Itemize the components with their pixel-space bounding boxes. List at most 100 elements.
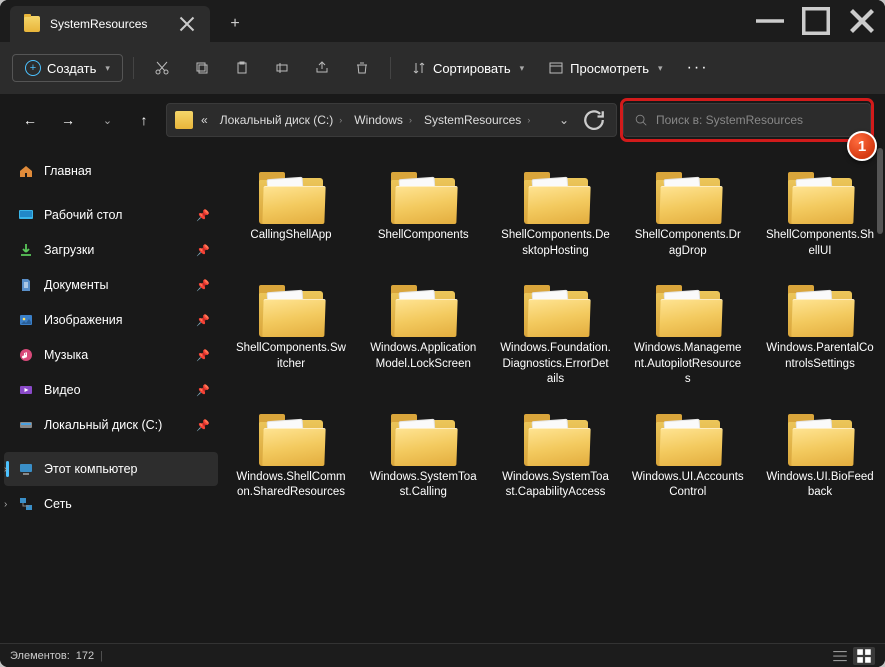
copy-button[interactable] — [184, 54, 220, 82]
folder-item[interactable]: ShellComponents.DesktopHosting — [497, 164, 615, 263]
folder-icon — [255, 410, 327, 466]
minimize-button[interactable] — [747, 0, 793, 42]
sidebar-item-documents[interactable]: Документы📌 — [4, 268, 218, 302]
icons-view-button[interactable] — [853, 647, 875, 665]
pin-icon: 📌 — [196, 314, 210, 327]
disk-icon — [18, 417, 34, 433]
details-view-button[interactable] — [829, 647, 851, 665]
rename-icon — [274, 60, 290, 76]
folder-item[interactable]: CallingShellApp — [232, 164, 350, 263]
chevron-right-icon: › — [4, 464, 7, 475]
search-wrap: Поиск в: SystemResources 1 — [623, 101, 871, 139]
chevron-right-icon: › — [4, 499, 7, 510]
videos-icon — [18, 382, 34, 398]
network-icon — [18, 496, 34, 512]
view-icon — [548, 60, 564, 76]
explorer-window: SystemResources + + Создать ▾ Сортироват… — [0, 0, 885, 667]
plus-icon: + — [25, 60, 41, 76]
desktop-icon — [18, 207, 34, 223]
pictures-icon — [18, 312, 34, 328]
folder-item[interactable]: Windows.UI.AccountsControl — [629, 406, 747, 505]
sidebar-item-music[interactable]: Музыка📌 — [4, 338, 218, 372]
address-controls: ⌄ — [550, 106, 608, 134]
folder-name: ShellComponents.Switcher — [235, 341, 347, 372]
folder-item[interactable]: Windows.ShellCommon.SharedResources — [232, 406, 350, 505]
rename-button[interactable] — [264, 54, 300, 82]
pin-icon: 📌 — [196, 209, 210, 222]
sidebar-item-downloads[interactable]: Загрузки📌 — [4, 233, 218, 267]
pin-icon: 📌 — [196, 244, 210, 257]
content-area: CallingShellAppShellComponents ShellCompo… — [222, 146, 885, 643]
delete-button[interactable] — [344, 54, 380, 82]
up-button[interactable]: ↑ — [128, 104, 160, 136]
folder-name: Windows.UI.AccountsControl — [632, 470, 744, 501]
maximize-button[interactable] — [793, 0, 839, 42]
forward-button[interactable]: → — [52, 104, 84, 136]
sidebar-item-disk-c[interactable]: Локальный диск (C:)📌 — [4, 408, 218, 442]
folder-name: Windows.SystemToast.Calling — [367, 470, 479, 501]
folder-item[interactable]: ShellComponents.DragDrop — [629, 164, 747, 263]
folder-item[interactable]: Windows.Management.AutopilotResources — [629, 277, 747, 392]
folder-item[interactable]: Windows.Foundation.Diagnostics.ErrorDeta… — [497, 277, 615, 392]
folder-icon — [784, 410, 856, 466]
refresh-button[interactable] — [580, 106, 608, 134]
address-bar[interactable]: « Локальный диск (C:)› Windows› SystemRe… — [166, 103, 617, 137]
view-button[interactable]: Просмотреть ▾ — [538, 54, 672, 82]
tab-active[interactable]: SystemResources — [10, 6, 210, 42]
home-icon — [18, 163, 34, 179]
music-icon — [18, 347, 34, 363]
breadcrumb-segment[interactable]: Windows› — [350, 111, 416, 129]
folder-item[interactable]: ShellComponents.Switcher — [232, 277, 350, 392]
back-button[interactable]: ← — [14, 104, 46, 136]
toolbar: + Создать ▾ Сортировать ▾ Просмотреть ▾ … — [0, 42, 885, 94]
chevron-right-icon: › — [527, 115, 530, 125]
share-icon — [314, 60, 330, 76]
more-button[interactable]: ··· — [677, 53, 719, 83]
folder-item[interactable]: Windows.SystemToast.Calling — [364, 406, 482, 505]
cut-button[interactable] — [144, 54, 180, 82]
sidebar-item-this-pc[interactable]: › Этот компьютер — [4, 452, 218, 486]
sidebar-item-home[interactable]: Главная — [4, 154, 218, 188]
paste-button[interactable] — [224, 54, 260, 82]
titlebar: SystemResources + — [0, 0, 885, 42]
sort-icon — [411, 60, 427, 76]
folder-item[interactable]: Windows.SystemToast.CapabilityAccess — [497, 406, 615, 505]
folder-name: Windows.ParentalControlsSettings — [764, 341, 876, 372]
sidebar-item-videos[interactable]: Видео📌 — [4, 373, 218, 407]
chevron-down-icon: ▾ — [520, 63, 525, 74]
folder-name: Windows.Foundation.Diagnostics.ErrorDeta… — [500, 341, 612, 388]
folder-icon — [784, 168, 856, 224]
share-button[interactable] — [304, 54, 340, 82]
folder-item[interactable]: ShellComponents.ShellUI — [761, 164, 879, 263]
folder-item[interactable]: Windows.ParentalControlsSettings — [761, 277, 879, 392]
sidebar-item-network[interactable]: › Сеть — [4, 487, 218, 521]
sort-button[interactable]: Сортировать ▾ — [401, 54, 534, 82]
breadcrumb-segment[interactable]: SystemResources› — [420, 111, 534, 129]
tab-close-button[interactable] — [174, 11, 200, 37]
folder-item[interactable]: Windows.UI.BioFeedback — [761, 406, 879, 505]
address-dropdown-button[interactable]: ⌄ — [550, 106, 578, 134]
items-label: Элементов: — [10, 650, 70, 662]
folder-icon — [652, 168, 724, 224]
breadcrumb-segment[interactable]: Локальный диск (C:)› — [216, 111, 347, 129]
new-tab-button[interactable]: + — [218, 7, 252, 41]
sidebar-item-pictures[interactable]: Изображения📌 — [4, 303, 218, 337]
paste-icon — [234, 60, 250, 76]
items-count: 172 — [76, 650, 94, 662]
close-button[interactable] — [839, 0, 885, 42]
folder-name: Windows.Management.AutopilotResources — [632, 341, 744, 388]
scrollbar[interactable] — [877, 148, 883, 234]
cut-icon — [154, 60, 170, 76]
sidebar-item-desktop[interactable]: Рабочий стол📌 — [4, 198, 218, 232]
folder-item[interactable]: ShellComponents — [364, 164, 482, 263]
breadcrumb-segment[interactable]: « — [197, 111, 212, 129]
recent-button[interactable]: ⌄ — [90, 104, 122, 136]
create-button[interactable]: + Создать ▾ — [12, 54, 123, 82]
tab-title: SystemResources — [50, 17, 147, 31]
search-input[interactable]: Поиск в: SystemResources — [623, 103, 871, 137]
search-placeholder: Поиск в: SystemResources — [656, 113, 803, 127]
folder-icon — [387, 281, 459, 337]
folder-name: ShellComponents.DesktopHosting — [500, 228, 612, 259]
folder-item[interactable]: Windows.ApplicationModel.LockScreen — [364, 277, 482, 392]
view-label: Просмотреть — [570, 61, 649, 76]
